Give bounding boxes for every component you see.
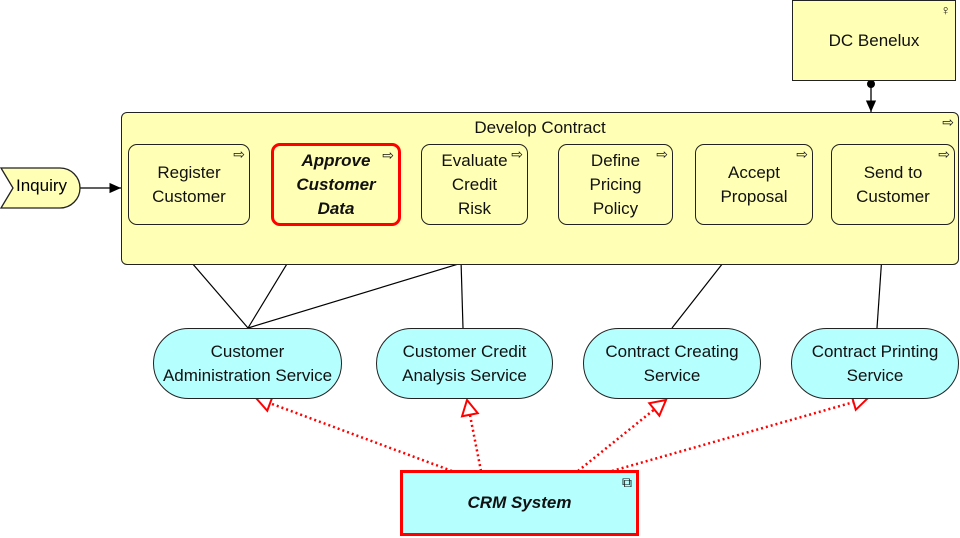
process-arrow-icon: ⇨ (233, 146, 245, 162)
service-customer-administration[interactable]: Customer Administration Service (153, 328, 342, 399)
process-arrow-icon: ⇨ (938, 146, 950, 162)
step-send-to-customer[interactable]: ⇨ Send to Customer (831, 144, 955, 225)
process-arrow-icon: ⇨ (656, 146, 668, 162)
service-customer-credit-analysis[interactable]: Customer Credit Analysis Service (376, 328, 553, 399)
actor-label: DC Benelux (828, 30, 920, 50)
process-arrow-icon: ⇨ (382, 147, 394, 163)
service-contract-creating[interactable]: Contract Creating Service (583, 328, 761, 399)
component-crm-system[interactable]: ⧉ CRM System (400, 470, 639, 536)
process-arrow-icon: ⇨ (942, 114, 954, 130)
process-arrow-icon: ⇨ (511, 146, 523, 162)
step-define-pricing-policy[interactable]: ⇨ Define Pricing Policy (558, 144, 673, 225)
step-register-customer[interactable]: ⇨ Register Customer (128, 144, 250, 225)
component-icon: ⧉ (622, 474, 632, 490)
event-label: Inquiry (16, 176, 68, 195)
actor-icon: ♀ (940, 2, 952, 18)
realization-lines (254, 393, 871, 473)
service-contract-printing[interactable]: Contract Printing Service (791, 328, 959, 399)
step-approve-customer-data[interactable]: ⇨ Approve Customer Data (271, 143, 401, 226)
step-accept-proposal[interactable]: ⇨ Accept Proposal (695, 144, 813, 225)
actor-dc-benelux[interactable]: ♀ DC Benelux (792, 0, 956, 81)
process-label: Develop Contract (474, 118, 606, 137)
component-label: CRM System (467, 493, 572, 512)
step-evaluate-credit-risk[interactable]: ⇨ Evaluate Credit Risk (421, 144, 528, 225)
process-arrow-icon: ⇨ (796, 146, 808, 162)
